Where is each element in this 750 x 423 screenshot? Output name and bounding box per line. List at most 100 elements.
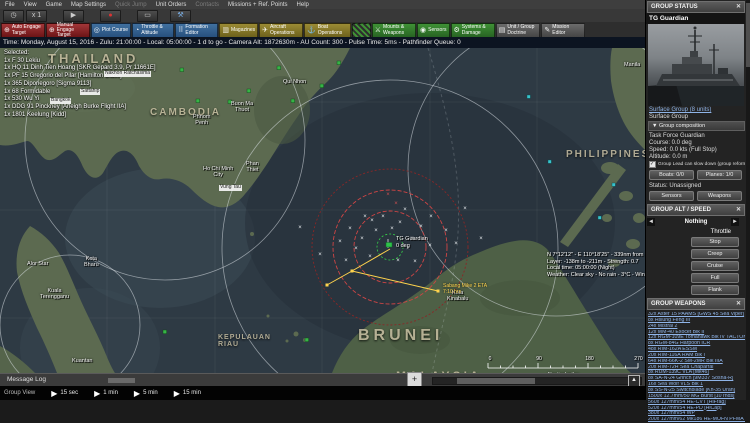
close-icon[interactable]: ✕ xyxy=(736,206,741,215)
throttle-creep-button[interactable]: Creep xyxy=(691,249,739,259)
friendly-base-marker[interactable] xyxy=(305,338,309,342)
weapons-button[interactable]: Weapons xyxy=(697,191,742,201)
city-label-manila: Manila xyxy=(624,62,640,68)
menu-contacts[interactable]: Contacts xyxy=(195,2,219,8)
planes-button[interactable]: Planes: 1/0 xyxy=(697,170,742,180)
clock-icon[interactable]: ◷ xyxy=(3,10,24,22)
contact-marker[interactable]: × xyxy=(429,214,433,220)
friendly-base-marker[interactable] xyxy=(196,99,200,103)
contact-marker[interactable]: × xyxy=(463,206,467,212)
contact-marker[interactable]: × xyxy=(413,259,417,265)
menu-map-settings[interactable]: Map Settings xyxy=(71,2,106,8)
throttle-cruise-button[interactable]: Cruise xyxy=(691,261,739,271)
friendly-base-marker[interactable] xyxy=(277,66,281,70)
toolbar-unit-group-doctrine-button[interactable]: ▤Unit / Group Doctrine xyxy=(496,23,541,38)
wrench-icon[interactable]: ⚒ xyxy=(170,10,191,22)
toolbar-auto-engage-target-button[interactable]: ⊕Auto Engage Target xyxy=(1,23,45,38)
neutral-contact-marker[interactable] xyxy=(612,183,615,186)
chevron-right-icon[interactable]: ► xyxy=(731,218,739,226)
toolbar-sensors-button[interactable]: ◉Sensors xyxy=(417,23,449,38)
toolbar-plot-course-button[interactable]: ◎Plot Course xyxy=(91,23,131,38)
close-icon[interactable]: ✕ xyxy=(736,300,741,309)
boats-button[interactable]: Boats: 0/0 xyxy=(649,170,694,180)
toolbar-formation-editor-button[interactable]: ⠿Formation Editor xyxy=(175,23,218,38)
sidebar-scrollbar[interactable] xyxy=(746,0,750,400)
friendly-base-marker[interactable] xyxy=(247,89,251,93)
toolbar-manual-engage-target-button[interactable]: ⊕Manual Engage Target xyxy=(46,23,90,38)
surface-group-link[interactable]: Surface Group (8 units) xyxy=(646,106,750,113)
menu-quick-jump[interactable]: Quick Jump xyxy=(115,2,147,8)
time-compression-value[interactable]: x 1 xyxy=(26,10,47,22)
time-step-1-min-button[interactable]: ▶1 min xyxy=(94,389,118,398)
contact-marker[interactable]: × xyxy=(318,252,322,258)
contact-marker[interactable]: × xyxy=(360,236,364,242)
play-icon[interactable]: ▶ xyxy=(63,10,84,22)
group-reform-checkbox[interactable]: ✓ xyxy=(649,161,656,168)
neutral-contact-marker[interactable] xyxy=(598,216,601,219)
toolbar-throttle-altitude-button[interactable]: ◔Throttle & Altitude xyxy=(132,23,174,38)
contact-marker[interactable]: × xyxy=(374,228,378,234)
friendly-base-marker[interactable] xyxy=(320,84,324,88)
contact-marker[interactable]: × xyxy=(396,258,400,264)
contact-marker[interactable]: × xyxy=(398,220,402,226)
hostile-contact-marker[interactable]: × xyxy=(386,192,390,198)
toolbar-aircraft-operations-button[interactable]: ✈Aircraft Operations xyxy=(259,23,303,38)
time-step-15-min-button[interactable]: ▶15 min xyxy=(174,389,201,398)
toolbar-mounts-weapons-button[interactable]: ⚔Mounts & Weapons xyxy=(372,23,416,38)
time-step-5-min-button[interactable]: ▶5 min xyxy=(134,389,158,398)
toolbar-magazines-button[interactable]: ▥Magazines xyxy=(219,23,258,38)
contact-marker[interactable]: × xyxy=(403,207,407,213)
menu-game[interactable]: Game xyxy=(46,2,62,8)
group-alt-speed-header[interactable]: GROUP ALT / SPEED ✕ xyxy=(647,204,745,216)
neutral-contact-marker[interactable] xyxy=(527,95,530,98)
friendly-base-marker[interactable] xyxy=(180,68,184,72)
weapon-link[interactable]: 200x 127mm/62 Mk186 HE-MOFN PFMA II xyxy=(648,417,745,423)
contact-marker[interactable]: × xyxy=(444,228,448,234)
group-weapons-header[interactable]: GROUP WEAPONS ✕ xyxy=(647,298,745,310)
toolbar-systems-damage-button[interactable]: ⚙Systems & Damage xyxy=(451,23,495,38)
friendly-base-marker[interactable] xyxy=(163,330,167,334)
record-icon[interactable]: ● xyxy=(100,10,121,22)
toolbar-boat-operations-button[interactable]: ⚓Boat Operations xyxy=(304,23,351,38)
close-icon[interactable]: ✕ xyxy=(736,3,741,12)
contact-marker[interactable]: × xyxy=(370,218,374,224)
scrollbar-thumb[interactable] xyxy=(457,378,535,384)
map-canvas[interactable]: ×××××××××××××××××××××××××× ×× Selected:1… xyxy=(0,48,645,373)
scrollbar-thumb[interactable] xyxy=(108,378,135,383)
throttle-stop-button[interactable]: Stop xyxy=(691,237,739,247)
doctrine-icon: ▤ xyxy=(499,27,506,34)
contact-marker[interactable]: × xyxy=(419,224,423,230)
contact-marker[interactable]: × xyxy=(479,236,483,242)
menu-view[interactable]: View xyxy=(24,2,37,8)
friendly-base-marker[interactable] xyxy=(291,99,295,103)
message-log-label: Message Log xyxy=(7,374,46,386)
throttle-flank-button[interactable]: Flank xyxy=(691,285,739,295)
contact-marker[interactable]: × xyxy=(298,225,302,231)
menu-missions-ref-points[interactable]: Missions + Ref. Points xyxy=(228,2,288,8)
menu-help[interactable]: Help xyxy=(297,2,309,8)
throttle-full-button[interactable]: Full xyxy=(691,273,739,283)
contact-marker[interactable]: × xyxy=(363,214,367,220)
contact-marker[interactable]: × xyxy=(454,241,458,247)
scrollbar-track[interactable] xyxy=(432,377,642,385)
toolbar-mission-editor-button[interactable]: ✎Mission Editor xyxy=(541,23,585,38)
menu-file[interactable]: File xyxy=(5,2,15,8)
time-step-15-sec-button[interactable]: ▶15 sec xyxy=(51,389,78,398)
contact-marker[interactable]: × xyxy=(344,258,348,264)
menu-unit-orders[interactable]: Unit Orders xyxy=(156,2,187,8)
contact-marker[interactable]: × xyxy=(390,226,394,232)
contact-marker[interactable]: × xyxy=(338,239,342,245)
expand-plus-button[interactable]: + xyxy=(407,372,422,387)
hostile-contact-marker[interactable]: × xyxy=(394,201,398,207)
contact-marker[interactable]: × xyxy=(428,243,432,249)
contact-marker[interactable]: × xyxy=(381,214,385,220)
group-status-header[interactable]: GROUP STATUS ✕ xyxy=(647,1,745,13)
sensors-button[interactable]: Sensors xyxy=(649,191,694,201)
neutral-contact-marker[interactable] xyxy=(548,160,551,163)
contact-marker[interactable]: × xyxy=(348,226,352,232)
contact-marker[interactable]: × xyxy=(354,246,358,252)
screen-icon[interactable]: ▭ xyxy=(137,10,158,22)
contact-marker[interactable]: × xyxy=(368,254,372,260)
friendly-base-marker[interactable] xyxy=(337,61,341,65)
group-composition-toggle[interactable]: ▼ Group composition xyxy=(648,121,745,131)
